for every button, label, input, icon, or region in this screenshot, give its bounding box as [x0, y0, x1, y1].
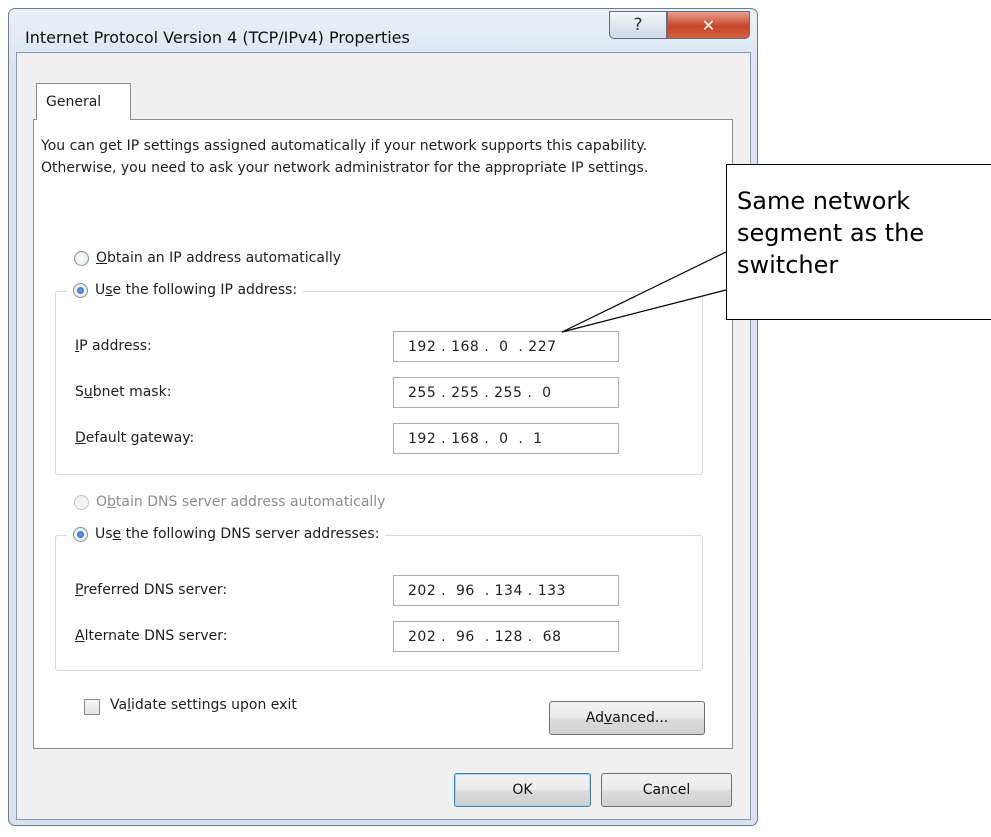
description-text: You can get IP settings assigned automat…	[41, 138, 649, 176]
validate-label: Validate settings upon exit	[110, 697, 297, 713]
ok-button[interactable]: OK	[454, 773, 591, 807]
advanced-button-label: Advanced...	[585, 710, 669, 726]
default-gateway-label: Default gateway:	[75, 430, 195, 446]
radio-button-checked[interactable]	[73, 526, 88, 542]
default-gateway-field[interactable]: 192 . 168 . 0 . 1	[393, 423, 619, 454]
radio-button[interactable]	[74, 250, 89, 266]
help-button[interactable]: ?	[609, 11, 667, 39]
alternate-dns-label: Alternate DNS server:	[75, 628, 228, 644]
tab-general[interactable]: General	[36, 83, 131, 120]
dialog-client-area: General You can get IP settings assigned…	[16, 52, 751, 820]
use-following-dns-radio[interactable]: Use the following DNS server addresses:	[67, 526, 386, 542]
preferred-dns-label: Preferred DNS server:	[75, 582, 228, 598]
obtain-ip-auto-radio[interactable]: Obtain an IP address automatically	[74, 250, 341, 266]
radio-button-disabled[interactable]	[74, 494, 89, 510]
question-mark-icon: ?	[633, 15, 643, 35]
window-title: Internet Protocol Version 4 (TCP/IPv4) P…	[25, 28, 410, 47]
close-button[interactable]: ✕	[667, 11, 750, 39]
alternate-dns-field[interactable]: 202 . 96 . 128 . 68	[393, 621, 619, 652]
annotation-callout: Same network segment as the switcher	[726, 164, 991, 320]
obtain-dns-auto-radio[interactable]: Obtain DNS server address automatically	[74, 494, 385, 510]
advanced-button[interactable]: Advanced...	[549, 701, 705, 735]
validate-checkbox[interactable]	[84, 699, 100, 715]
cancel-button[interactable]: Cancel	[601, 773, 732, 807]
close-icon: ✕	[701, 15, 716, 35]
use-following-ip-label: Use the following IP address:	[95, 282, 298, 298]
subnet-mask-field[interactable]: 255 . 255 . 255 . 0	[393, 377, 619, 408]
use-following-dns-label: Use the following DNS server addresses:	[95, 526, 380, 542]
ip-address-label: IP address:	[75, 338, 152, 354]
obtain-dns-auto-label: Obtain DNS server address automatically	[96, 494, 386, 510]
use-following-ip-radio[interactable]: Use the following IP address:	[67, 282, 304, 298]
dialog-window: Internet Protocol Version 4 (TCP/IPv4) P…	[8, 8, 758, 826]
ip-address-field[interactable]: 192 . 168 . 0 . 227	[393, 331, 619, 362]
subnet-mask-label: Subnet mask:	[75, 384, 172, 400]
callout-text: Same network segment as the switcher	[737, 187, 925, 279]
radio-button-checked[interactable]	[73, 282, 88, 298]
obtain-ip-auto-label: Obtain an IP address automatically	[96, 250, 342, 266]
preferred-dns-field[interactable]: 202 . 96 . 134 . 133	[393, 575, 619, 606]
